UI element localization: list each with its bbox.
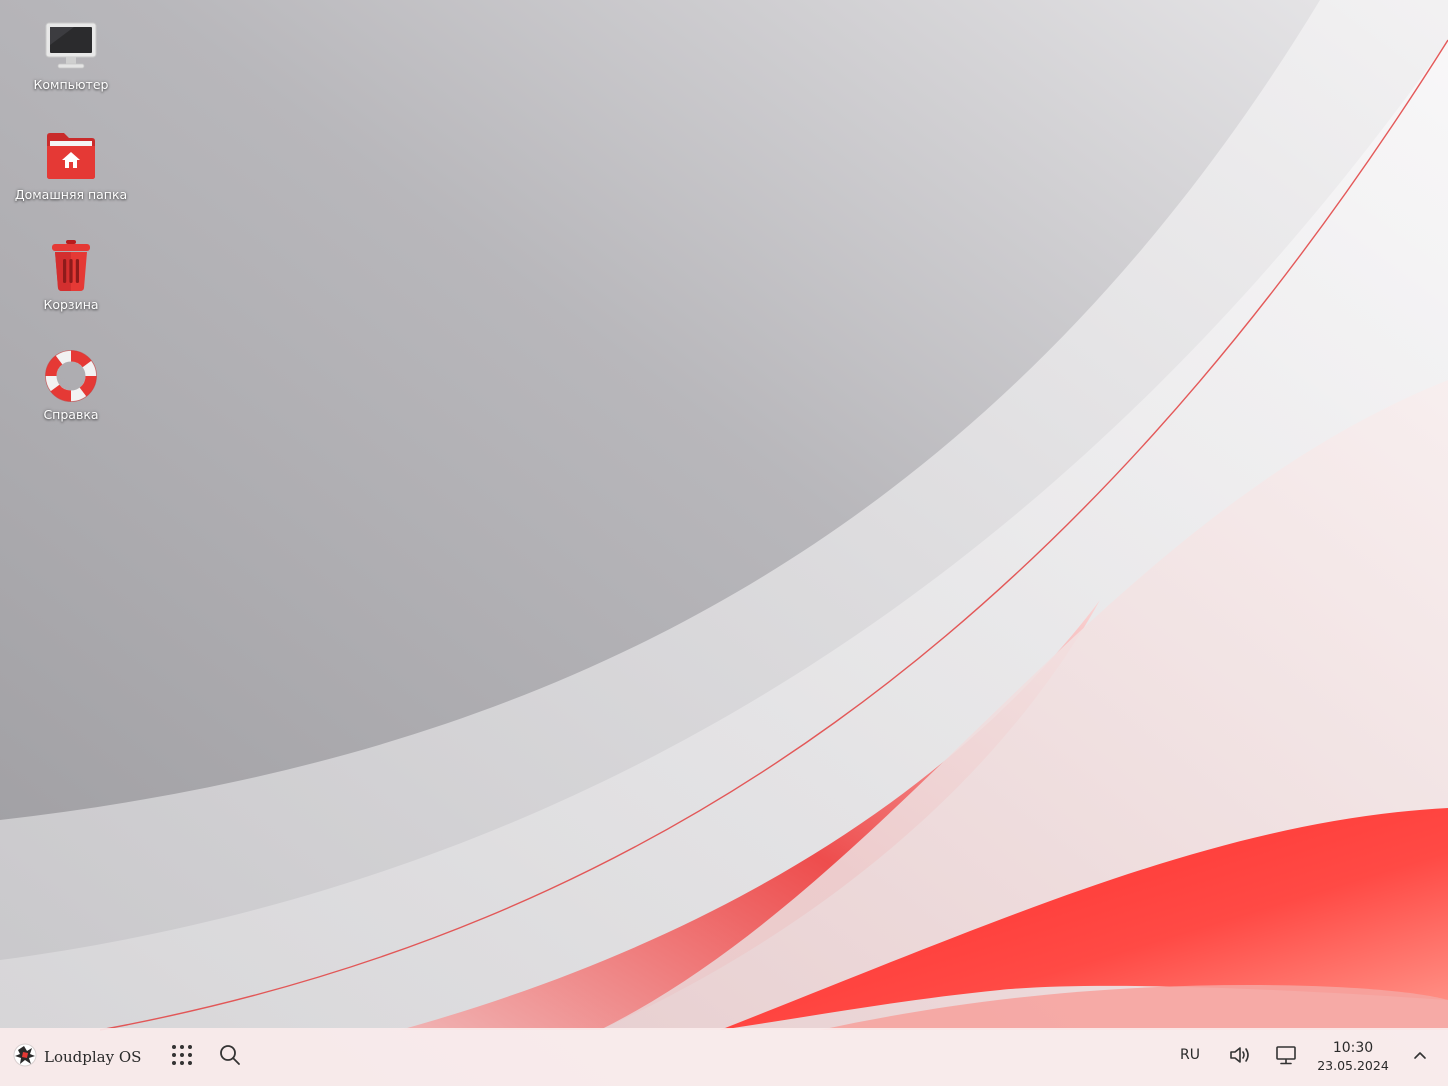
start-label: Loudplay OS [44, 1048, 142, 1066]
tray-expand-button[interactable] [1404, 1041, 1436, 1073]
clock[interactable]: 10:30 23.05.2024 [1314, 1039, 1392, 1075]
desktop-icon-help[interactable]: Справка [8, 348, 134, 448]
app-grid-button[interactable] [166, 1041, 198, 1073]
search-button[interactable] [214, 1041, 246, 1073]
app-grid-icon [171, 1044, 193, 1070]
search-icon [219, 1044, 241, 1070]
desktop-icon-computer[interactable]: Компьютер [8, 18, 134, 118]
desktop: Компьютер Домашняя папка Корзина Справка… [0, 0, 1448, 1086]
desktop-icon-trash[interactable]: Корзина [8, 238, 134, 338]
computer-icon [43, 18, 99, 74]
volume-button[interactable] [1224, 1041, 1256, 1073]
keyboard-language-indicator[interactable]: RU [1180, 1047, 1200, 1063]
desktop-icon-label: Корзина [43, 297, 99, 312]
desktop-icon-label: Справка [43, 407, 99, 422]
clock-date: 23.05.2024 [1317, 1058, 1389, 1073]
desktop-icon-label: Домашняя папка [14, 187, 128, 202]
taskbar: Loudplay OS RU 10:30 23.05.2024 [0, 1028, 1448, 1086]
display-icon [1275, 1044, 1297, 1070]
start-button[interactable]: Loudplay OS [12, 1042, 141, 1072]
chevron-up-icon [1412, 1047, 1428, 1067]
loudplay-logo-icon [12, 1042, 38, 1072]
desktop-icon-home-folder[interactable]: Домашняя папка [8, 128, 134, 228]
desktop-icon-label: Компьютер [33, 77, 109, 92]
display-button[interactable] [1270, 1041, 1302, 1073]
volume-icon [1228, 1044, 1252, 1070]
clock-time: 10:30 [1332, 1040, 1374, 1056]
wallpaper [0, 0, 1448, 1086]
help-lifebuoy-icon [43, 348, 99, 404]
trash-icon [43, 238, 99, 294]
home-folder-icon [43, 128, 99, 184]
